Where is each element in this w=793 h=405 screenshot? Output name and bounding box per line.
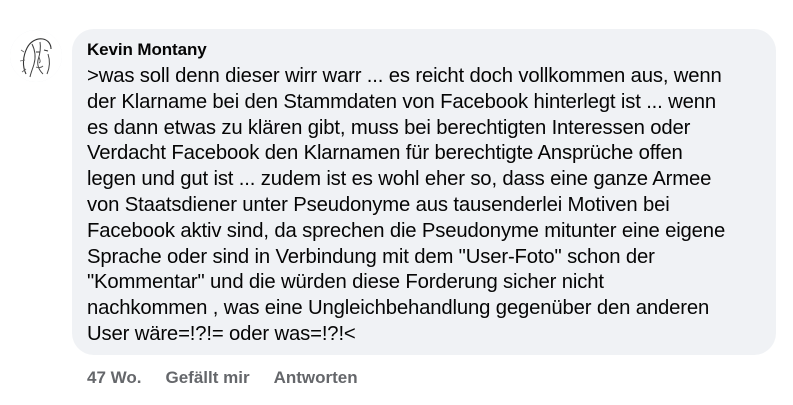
comment-timestamp[interactable]: 47 Wo. bbox=[87, 368, 141, 388]
comment-bubble: Kevin Montany >was soll denn dieser wirr… bbox=[72, 29, 776, 355]
comment-actions: 47 Wo. Gefällt mir Antworten bbox=[87, 367, 358, 389]
avatar[interactable] bbox=[10, 30, 62, 82]
like-button[interactable]: Gefällt mir bbox=[165, 368, 249, 388]
reply-button[interactable]: Antworten bbox=[274, 368, 358, 388]
sketch-portrait-avatar-icon bbox=[10, 30, 62, 82]
comment-text: >was soll denn dieser wirr warr ... es r… bbox=[87, 65, 726, 345]
comment-author[interactable]: Kevin Montany bbox=[87, 39, 762, 61]
